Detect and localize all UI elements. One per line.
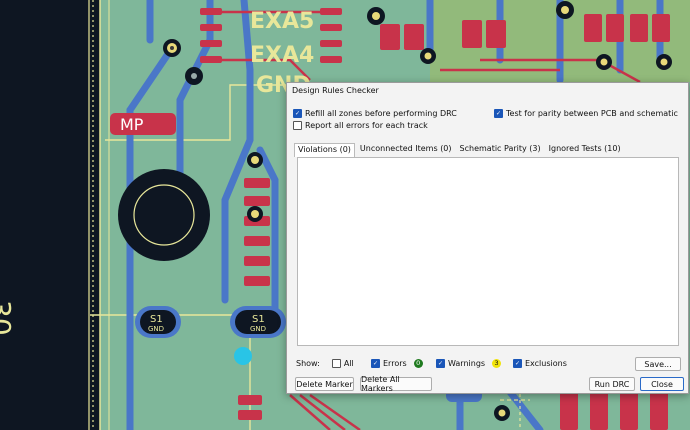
pad-label: GND bbox=[148, 325, 164, 333]
filter-all-label: All bbox=[343, 359, 354, 368]
dialog-title: Design Rules Checker bbox=[292, 86, 379, 95]
close-button[interactable]: Close bbox=[640, 377, 684, 391]
tab-ignored-tests[interactable]: Ignored Tests (10) bbox=[546, 143, 624, 157]
pad-label: S1 bbox=[252, 314, 265, 325]
run-drc-button[interactable]: Run DRC bbox=[589, 377, 635, 391]
show-filter: Show: All bbox=[296, 359, 354, 368]
pad-label: S1 bbox=[150, 314, 163, 325]
checkbox-checked-icon[interactable]: ✓ bbox=[371, 359, 380, 368]
violations-list[interactable] bbox=[297, 157, 679, 346]
checkbox-unchecked-icon[interactable] bbox=[331, 359, 341, 368]
filter-warnings-label: Warnings bbox=[448, 359, 486, 368]
test-parity-option[interactable]: ✓ Test for parity between PCB and schema… bbox=[494, 109, 678, 118]
silk-text: EXA5 bbox=[250, 9, 314, 34]
errors-count-badge: 0 bbox=[413, 359, 423, 368]
checkbox-checked-icon[interactable]: ✓ bbox=[513, 359, 522, 368]
refill-zones-option[interactable]: ✓ Refill all zones before performing DRC bbox=[293, 109, 457, 118]
save-button[interactable]: Save... bbox=[635, 357, 681, 371]
silk-text: 30 bbox=[0, 300, 17, 336]
report-all-errors-option[interactable]: Report all errors for each track bbox=[293, 121, 428, 130]
checkbox-checked-icon[interactable]: ✓ bbox=[436, 359, 445, 368]
filter-exclusions[interactable]: ✓ Exclusions bbox=[513, 359, 567, 368]
filter-errors-label: Errors bbox=[383, 359, 407, 368]
silk-text: MP bbox=[120, 115, 144, 134]
checkbox-unchecked-icon[interactable] bbox=[293, 121, 302, 130]
refill-zones-label: Refill all zones before performing DRC bbox=[305, 109, 457, 118]
tab-violations[interactable]: Violations (0) bbox=[294, 143, 355, 157]
tab-unconnected-items[interactable]: Unconnected Items (0) bbox=[357, 143, 455, 157]
filter-exclusions-label: Exclusions bbox=[525, 359, 567, 368]
filter-errors[interactable]: ✓ Errors 0 bbox=[371, 359, 423, 368]
checkbox-checked-icon[interactable]: ✓ bbox=[494, 109, 503, 118]
report-all-errors-label: Report all errors for each track bbox=[305, 121, 428, 130]
delete-all-markers-button[interactable]: Delete All Markers bbox=[360, 375, 432, 393]
checkbox-checked-icon[interactable]: ✓ bbox=[293, 109, 302, 118]
show-label: Show: bbox=[296, 359, 320, 368]
tab-bar: Violations (0) Unconnected Items (0) Sch… bbox=[294, 143, 626, 157]
delete-marker-button[interactable]: Delete Marker bbox=[295, 377, 354, 391]
filter-warnings[interactable]: ✓ Warnings 3 bbox=[436, 359, 502, 368]
pad-label: GND bbox=[250, 325, 266, 333]
test-parity-label: Test for parity between PCB and schemati… bbox=[506, 109, 678, 118]
tab-schematic-parity[interactable]: Schematic Parity (3) bbox=[457, 143, 544, 157]
warnings-count-badge: 3 bbox=[492, 359, 502, 368]
drc-dialog: Design Rules Checker ✓ Refill all zones … bbox=[286, 82, 689, 394]
silk-text: EXA4 bbox=[250, 43, 314, 68]
